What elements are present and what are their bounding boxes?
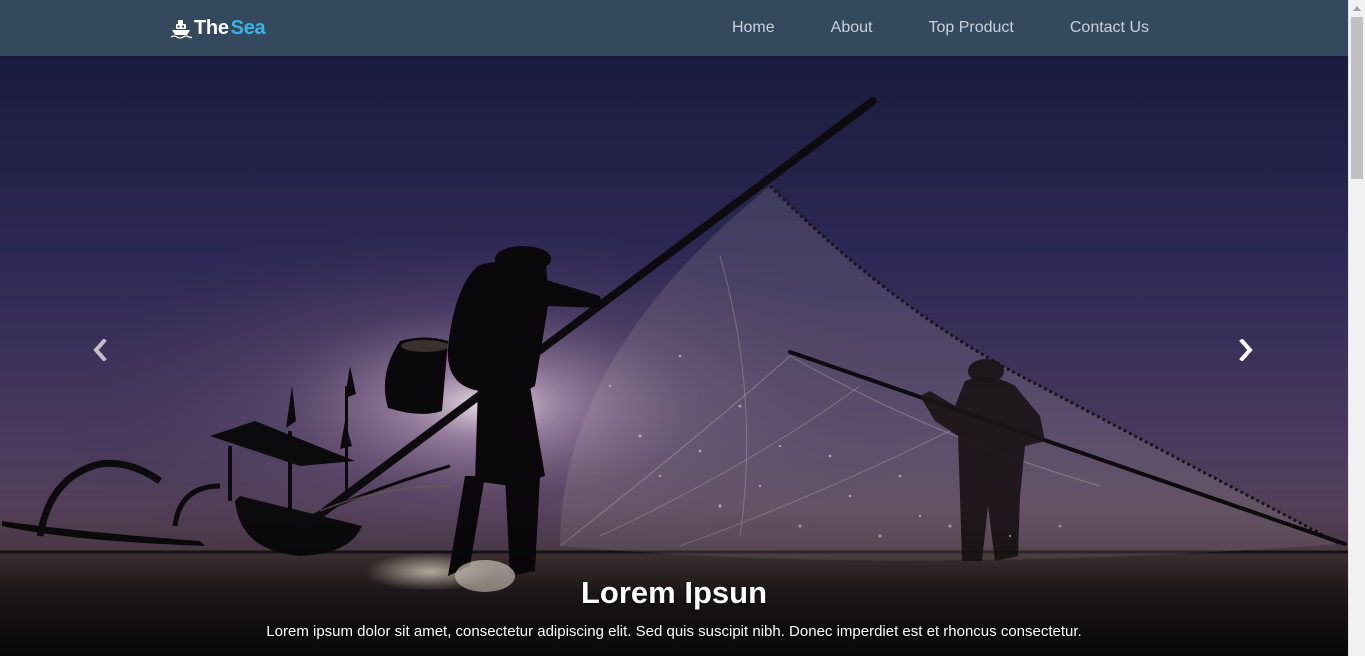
carousel-next-button[interactable] xyxy=(1231,335,1261,365)
carousel-prev-button[interactable] xyxy=(85,335,115,365)
brand-name-part2: Sea xyxy=(230,16,266,39)
carousel-caption-text: Lorem ipsum dolor sit amet, consectetur … xyxy=(266,623,1082,640)
page: The Sea Home About Top Product Contact Us xyxy=(0,0,1365,656)
nav-item-top-product[interactable]: Top Product xyxy=(928,19,1013,37)
page-scrollbar[interactable] xyxy=(1348,0,1365,656)
hero-slide-image xyxy=(0,56,1348,656)
chevron-right-icon xyxy=(1239,339,1253,361)
nav-item-home[interactable]: Home xyxy=(732,19,775,37)
scrollbar-thumb[interactable] xyxy=(1351,17,1363,179)
navbar: The Sea Home About Top Product Contact Us xyxy=(0,0,1348,56)
scroll-up-arrow-icon[interactable] xyxy=(1353,6,1361,11)
carousel-caption-title: Lorem Ipsun xyxy=(580,575,767,610)
nav-item-about[interactable]: About xyxy=(831,19,873,37)
hero-carousel: Lorem Ipsun Lorem ipsum dolor sit amet, … xyxy=(0,56,1348,656)
main-nav: Home About Top Product Contact Us xyxy=(732,0,1149,56)
brand-logo-link[interactable]: The Sea xyxy=(170,15,266,41)
nav-item-contact-us[interactable]: Contact Us xyxy=(1070,19,1149,37)
chevron-left-icon xyxy=(93,339,107,361)
ship-icon xyxy=(170,20,192,39)
brand-name-part1: The xyxy=(194,16,229,39)
